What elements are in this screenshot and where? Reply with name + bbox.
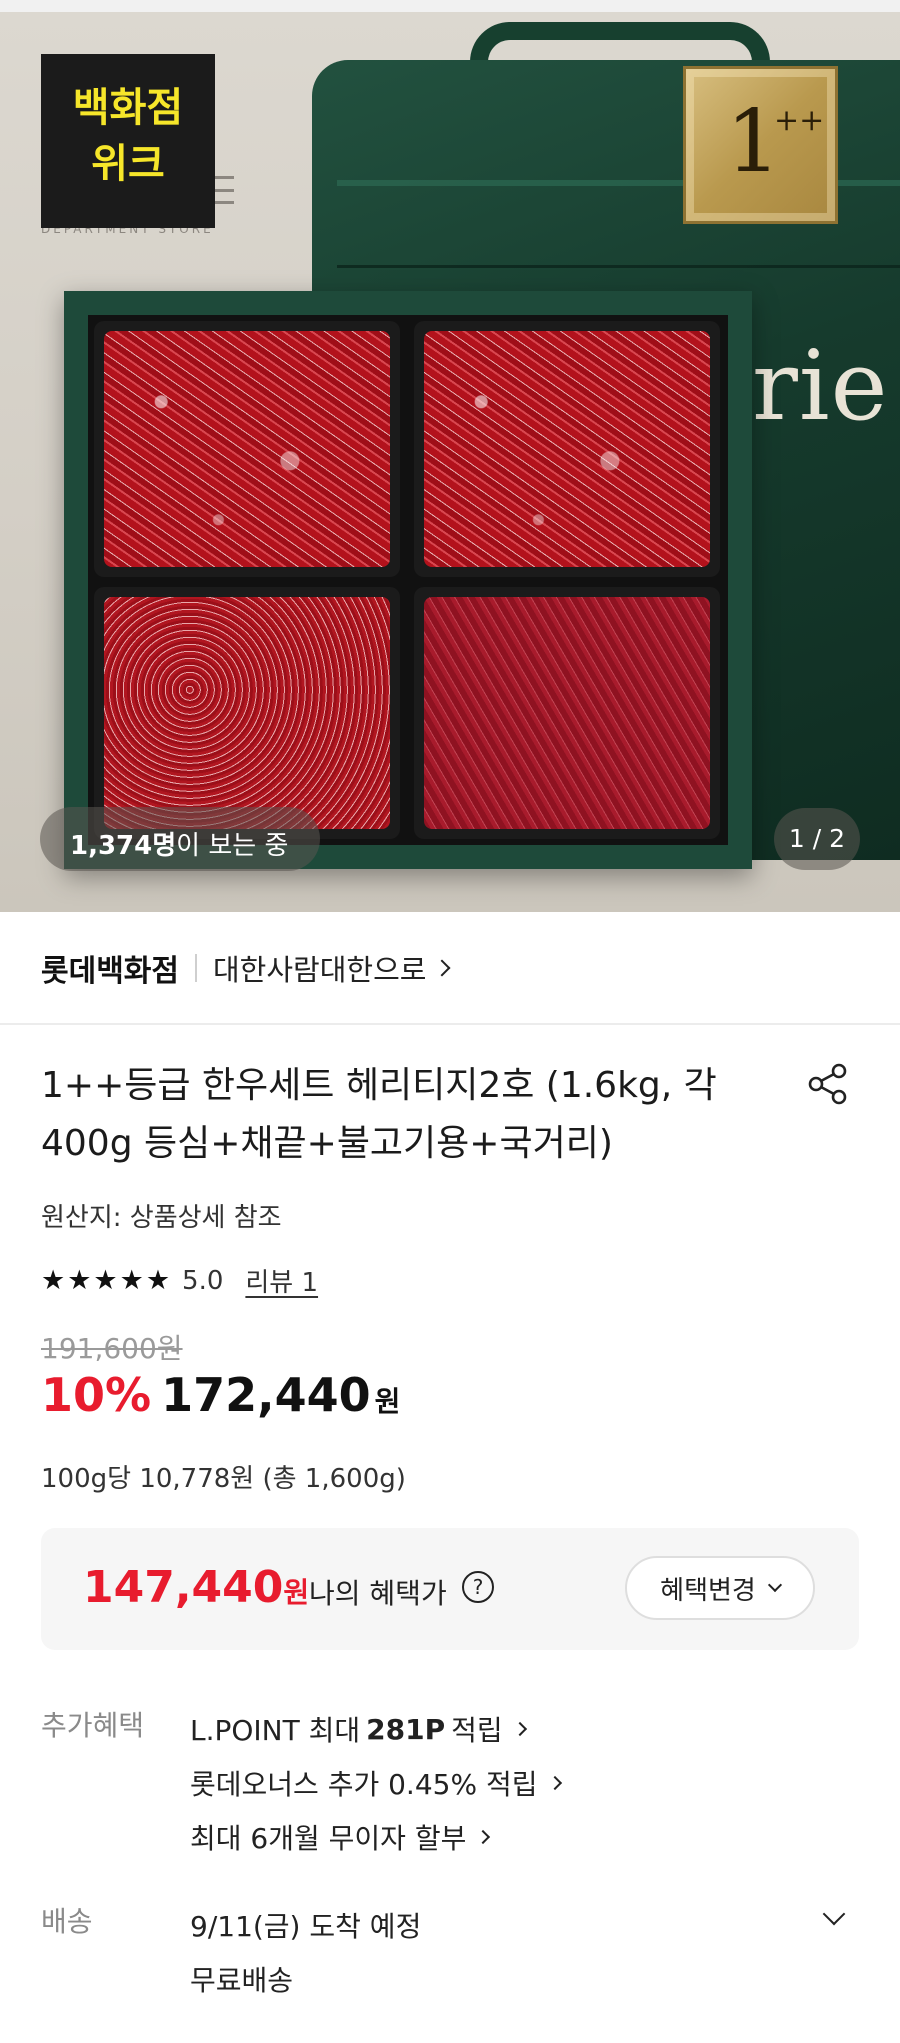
rating-score: 5.0 (182, 1265, 224, 1296)
original-price: 191,600원 (41, 1332, 183, 1365)
section-divider (0, 1023, 900, 1025)
benefit-item-installment[interactable]: 최대 6개월 무이자 할부 (190, 1810, 560, 1864)
price-row: 10% 172,440 원 (41, 1368, 400, 1422)
meat-soup-cut (424, 597, 710, 829)
unit-price: 100g당 10,778원 (총 1,600g) (41, 1464, 406, 1494)
change-benefit-label: 혜택변경 (660, 1575, 756, 1606)
viewers-suffix: 이 보는 중 (176, 831, 289, 861)
meat-sirloin (104, 331, 390, 567)
shipping-arrival: 9/11(금) 도착 예정 (190, 1910, 422, 1943)
bag-brand-text: rie (752, 330, 889, 442)
grade-badge: 1 ++ (683, 66, 838, 224)
benefit-price: 147,440원 (83, 1562, 309, 1613)
shipping-info: 9/11(금) 도착 예정 무료배송 (190, 1898, 421, 2006)
meat-compartment-striploin (414, 321, 720, 577)
owners-text: 롯데오너스 추가 0.45% 적립 (190, 1768, 538, 1801)
viewers-badge: 1,374명이 보는 중 (40, 807, 320, 871)
grade-badge-main: 1 (726, 92, 781, 192)
share-icon[interactable] (806, 1062, 850, 1106)
chevron-right-icon (512, 1721, 527, 1737)
shipping-label: 배송 (41, 1905, 93, 1938)
store-brand-row[interactable]: 롯데백화점 대한사람대한으로 (41, 946, 451, 990)
divider (195, 954, 197, 982)
department-week-logo: 백화점 위크 (41, 54, 215, 228)
shipping-fee: 무료배송 (190, 1964, 294, 1997)
benefit-price-box: 147,440원 나의 혜택가 ? 혜택변경 (41, 1528, 859, 1650)
help-icon[interactable]: ? (462, 1571, 494, 1603)
chevron-down-icon (767, 1577, 782, 1593)
logo-line-1: 백화점 (72, 85, 184, 131)
benefit-label: 나의 혜택가 (309, 1577, 447, 1610)
chevron-down-icon[interactable] (822, 1902, 846, 1926)
extra-benefits-label: 추가혜택 (41, 1709, 145, 1742)
meat-tray (88, 315, 728, 845)
logo-line-2: 위크 (91, 141, 165, 187)
brand-link[interactable]: 대한사람대한으로 (213, 947, 426, 989)
star-rating-icon: ★★★★★ (41, 1265, 173, 1296)
product-title: 1++등급 한우세트 헤리티지2호 (1.6kg, 각 400g 등심+채끝+불… (41, 1065, 717, 1164)
change-benefit-button[interactable]: 혜택변경 (625, 1556, 815, 1620)
benefit-price-unit: 원 (283, 1576, 310, 1609)
gift-box (64, 291, 752, 869)
product-image-carousel[interactable]: rie 1 ++ DEPARTMENT STORE 백화점 위크 1,374명이… (0, 0, 900, 912)
meat-bulgogi (104, 597, 390, 829)
meat-compartment-bulgogi (94, 587, 400, 839)
lpoint-suffix: 적립 (451, 1714, 503, 1747)
origin-info: 원산지: 상품상세 참조 (41, 1203, 282, 1233)
chevron-right-icon (433, 959, 451, 977)
image-pager: 1 / 2 (774, 808, 860, 870)
rating-row: ★★★★★ 5.0 리뷰 1 (41, 1262, 318, 1299)
benefit-item-lpoint[interactable]: L.POINT 최대 281P 적립 (190, 1702, 560, 1756)
grade-badge-sup: ++ (774, 103, 825, 138)
meat-compartment-soup (414, 587, 720, 839)
discount-rate: 10% (41, 1368, 152, 1422)
top-strip (0, 0, 900, 12)
meat-compartment-sirloin (94, 321, 400, 577)
installment-text: 최대 6개월 무이자 할부 (190, 1822, 467, 1855)
viewers-count: 1,374명 (70, 831, 177, 861)
lpoint-prefix: L.POINT 최대 (190, 1714, 361, 1747)
review-link[interactable]: 리뷰 1 (245, 1262, 318, 1299)
sale-price-unit: 원 (374, 1385, 401, 1418)
chevron-right-icon (476, 1829, 491, 1845)
benefit-item-owners[interactable]: 롯데오너스 추가 0.45% 적립 (190, 1756, 562, 1810)
lpoint-points: 281P (366, 1712, 446, 1746)
extra-benefits-list: L.POINT 최대 281P 적립 롯데오너스 추가 0.45% 적립 최대 … (190, 1702, 562, 1864)
chevron-right-icon (547, 1775, 562, 1791)
store-name[interactable]: 롯데백화점 (41, 946, 179, 990)
meat-striploin (424, 331, 710, 567)
sale-price: 172,440 (161, 1368, 371, 1422)
benefit-price-value: 147,440 (83, 1562, 284, 1613)
